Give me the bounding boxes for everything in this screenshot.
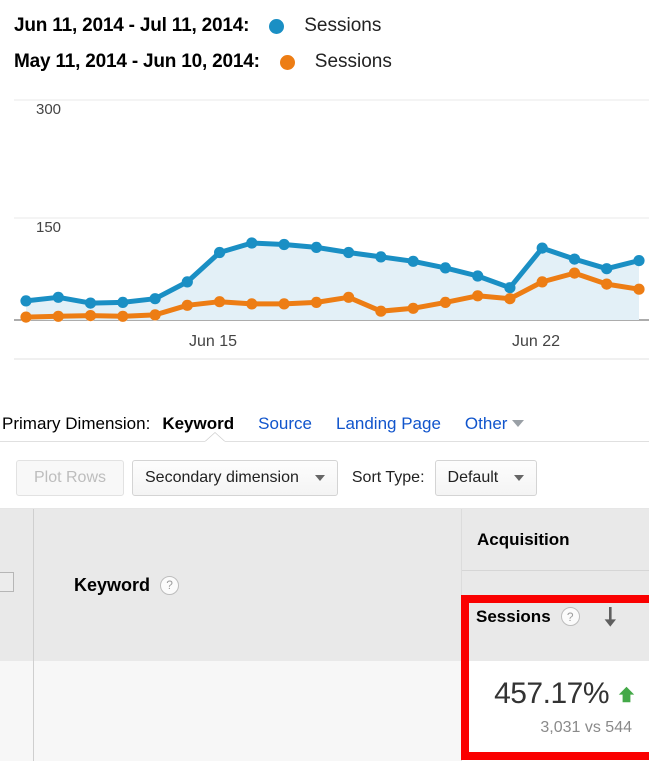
data-point[interactable] xyxy=(117,296,129,308)
sessions-comparison-values: 3,031 vs 544 xyxy=(540,719,632,736)
sessions-column-label: Sessions xyxy=(476,606,551,626)
data-point[interactable] xyxy=(439,296,451,308)
data-point[interactable] xyxy=(278,238,290,251)
data-point[interactable] xyxy=(181,299,193,311)
data-point[interactable] xyxy=(601,263,613,275)
primary-dimension-keyword[interactable]: Keyword xyxy=(162,414,234,434)
sessions-timeline-chart[interactable]: 300 150 Jun 15 Jun 22 xyxy=(14,92,649,360)
data-point[interactable] xyxy=(504,282,516,294)
sort-type-label: Sort Type: xyxy=(351,469,425,486)
legend-date-range-compare: May 11, 2014 - Jun 10, 2014: xyxy=(14,51,260,72)
chevron-down-icon xyxy=(314,475,325,481)
legend-row-current: Jun 11, 2014 - Jul 11, 2014: Sessions xyxy=(14,8,649,44)
data-point[interactable] xyxy=(149,309,161,321)
data-point[interactable] xyxy=(407,302,419,314)
data-point[interactable] xyxy=(246,298,258,310)
primary-dimension-label: Primary Dimension: xyxy=(2,414,151,433)
x-tick-label-jun-22: Jun 22 xyxy=(512,333,560,350)
chart-canvas: 300 150 Jun 15 Jun 22 xyxy=(14,92,649,360)
y-tick-label-300: 300 xyxy=(36,101,61,118)
primary-dimension-landing-page[interactable]: Landing Page xyxy=(336,414,441,434)
data-point[interactable] xyxy=(536,242,548,254)
legend-metric-label-compare: Sessions xyxy=(314,51,392,72)
data-point[interactable] xyxy=(568,253,581,265)
data-point[interactable] xyxy=(633,283,645,295)
column-group-header-acquisition: Acquisition xyxy=(462,509,649,571)
sort-descending-icon[interactable] xyxy=(602,606,618,627)
report-data-table: Acquisition Keyword ? Sessions ? 457.17%… xyxy=(0,508,649,761)
sessions-percent-row: 457.17% xyxy=(470,677,635,711)
data-point[interactable] xyxy=(278,298,290,310)
data-point[interactable] xyxy=(310,296,322,308)
secondary-dimension-button[interactable]: Secondary dimension xyxy=(132,460,338,496)
primary-dimension-source[interactable]: Source xyxy=(258,414,312,434)
data-point[interactable] xyxy=(568,267,581,279)
data-point[interactable] xyxy=(20,311,32,323)
chart-legend: Jun 11, 2014 - Jul 11, 2014: Sessions Ma… xyxy=(0,0,649,80)
x-tick-label-jun-15: Jun 15 xyxy=(189,333,237,350)
table-toolbar: Plot Rows Secondary dimension Sort Type:… xyxy=(0,452,649,504)
keyword-column-label: Keyword xyxy=(74,574,151,595)
data-point[interactable] xyxy=(536,276,548,288)
column-header-keyword[interactable]: Keyword ? xyxy=(34,509,461,661)
data-point[interactable] xyxy=(601,278,613,290)
primary-dimension-other-label: Other xyxy=(464,414,508,433)
sessions-summary-cell: 457.17% 3,031 vs 544 xyxy=(462,661,649,761)
primary-dimension-active-pointer xyxy=(205,433,225,442)
legend-row-compare: May 11, 2014 - Jun 10, 2014: Sessions xyxy=(14,44,649,80)
secondary-dimension-label: Secondary dimension xyxy=(145,469,299,486)
data-point[interactable] xyxy=(310,241,322,253)
data-point[interactable] xyxy=(20,295,32,307)
data-point[interactable] xyxy=(633,255,645,267)
data-point[interactable] xyxy=(214,246,226,259)
help-icon[interactable]: ? xyxy=(160,575,180,595)
data-point[interactable] xyxy=(439,262,451,274)
legend-color-dot-orange xyxy=(279,54,295,70)
data-point[interactable] xyxy=(84,297,97,309)
acquisition-label: Acquisition xyxy=(477,529,570,549)
data-point[interactable] xyxy=(181,276,193,288)
data-point[interactable] xyxy=(214,296,226,308)
select-all-checkbox[interactable] xyxy=(0,572,14,592)
arrow-up-icon xyxy=(618,686,635,702)
data-point[interactable] xyxy=(375,251,387,263)
primary-dimension-bar: Primary Dimension: Keyword Source Landin… xyxy=(0,405,649,443)
help-icon[interactable]: ? xyxy=(560,607,580,626)
data-point[interactable] xyxy=(52,291,64,303)
legend-color-dot-blue xyxy=(269,18,285,34)
legend-date-range-current: Jun 11, 2014 - Jul 11, 2014: xyxy=(14,15,250,36)
chevron-down-icon xyxy=(514,475,525,481)
data-point[interactable] xyxy=(504,293,516,305)
data-point[interactable] xyxy=(246,237,258,249)
data-point[interactable] xyxy=(407,255,419,267)
data-point[interactable] xyxy=(375,305,387,317)
data-point[interactable] xyxy=(343,291,355,303)
primary-dimension-divider xyxy=(0,441,649,442)
sort-type-value: Default xyxy=(447,469,499,486)
plot-rows-label: Plot Rows xyxy=(33,469,107,486)
column-header-sessions[interactable]: Sessions ? xyxy=(462,572,649,661)
data-point[interactable] xyxy=(117,310,129,322)
sort-type-button[interactable]: Default xyxy=(434,460,538,496)
data-point[interactable] xyxy=(84,310,97,322)
y-tick-label-150: 150 xyxy=(36,219,61,236)
data-point[interactable] xyxy=(472,270,484,282)
chevron-down-icon xyxy=(512,420,525,427)
data-point[interactable] xyxy=(52,310,64,322)
plot-rows-button[interactable]: Plot Rows xyxy=(16,460,124,496)
legend-metric-label-current: Sessions xyxy=(304,15,382,36)
primary-dimension-other[interactable]: Other xyxy=(465,414,525,434)
data-point[interactable] xyxy=(343,246,355,259)
data-point[interactable] xyxy=(149,293,161,305)
sessions-percent-change: 457.17% xyxy=(494,677,609,710)
data-point[interactable] xyxy=(472,290,484,302)
